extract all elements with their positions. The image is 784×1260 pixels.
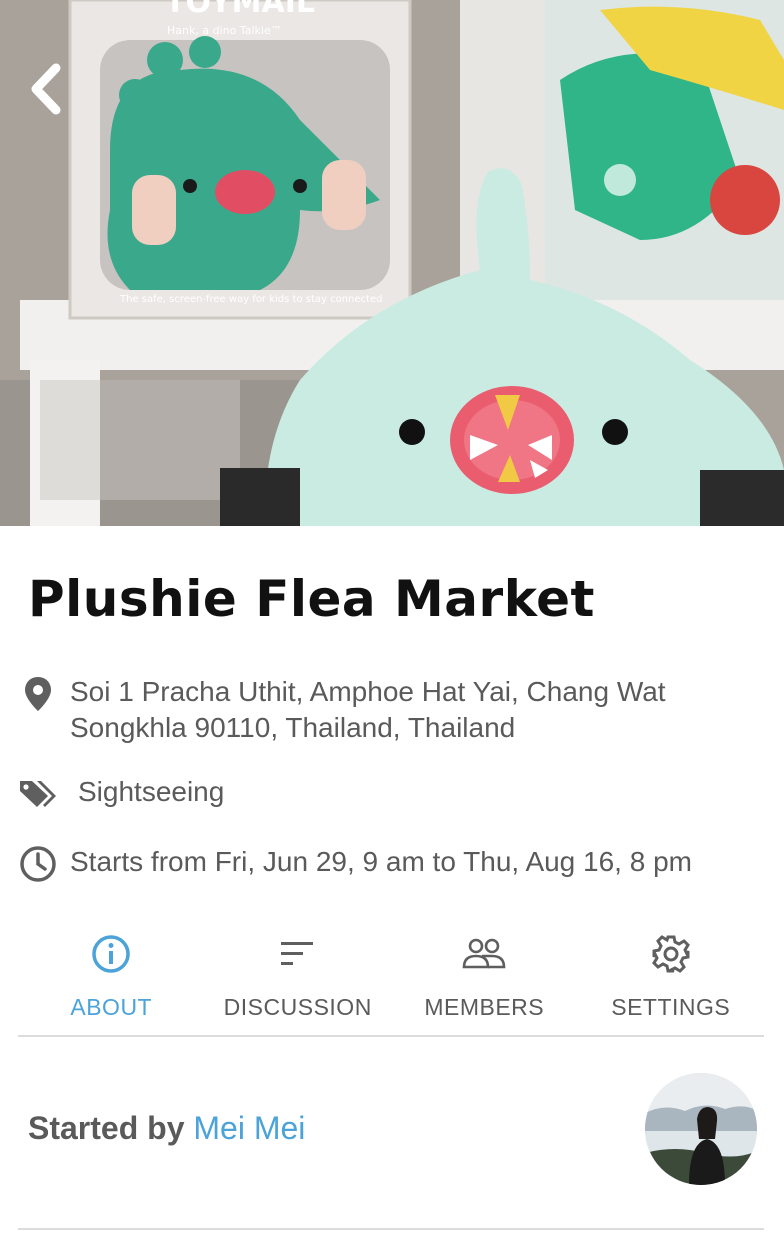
info-icon <box>91 932 131 976</box>
tab-members[interactable]: MEMBERS <box>391 920 578 1036</box>
schedule-row: Starts from Fri, Jun 29, 9 am to Thu, Au… <box>18 844 692 884</box>
sort-lines-icon <box>278 932 318 976</box>
tab-about[interactable]: ABOUT <box>18 920 205 1036</box>
event-title: Plushie Flea Market <box>28 570 595 628</box>
avatar-photo <box>645 1073 757 1185</box>
tab-discussion[interactable]: DISCUSSION <box>205 920 392 1036</box>
category-row: Sightseeing <box>18 774 224 814</box>
location-pin-icon <box>18 674 58 714</box>
schedule-text: Starts from Fri, Jun 29, 9 am to Thu, Au… <box>70 846 692 877</box>
location-text: Soi 1 Pracha Uthit, Amphoe Hat Yai, Chan… <box>70 676 666 743</box>
box-subtitle-text: Hank, a dino Talkie™ <box>167 24 282 37</box>
box-tagline-text: The safe, screen-free way for kids to st… <box>119 294 382 305</box>
back-button[interactable] <box>26 62 86 126</box>
tab-divider <box>18 1035 764 1037</box>
organizer-prefix: Started by <box>28 1110 185 1146</box>
organizer-avatar[interactable] <box>645 1073 757 1185</box>
organizer-line: Started by Mei Mei <box>28 1110 305 1147</box>
tab-discussion-label: DISCUSSION <box>223 994 372 1020</box>
category-text: Sightseeing <box>78 776 225 807</box>
organizer-name-link[interactable]: Mei Mei <box>193 1110 305 1146</box>
box-brand-text: TOYMAIL <box>165 0 315 20</box>
clock-icon <box>18 844 58 884</box>
tab-members-label: MEMBERS <box>424 994 545 1020</box>
location-row: Soi 1 Pracha Uthit, Amphoe Hat Yai, Chan… <box>18 674 750 746</box>
group-icon <box>461 932 507 976</box>
tab-about-label: ABOUT <box>70 994 153 1020</box>
tab-settings-label: SETTINGS <box>611 994 731 1020</box>
hero-photo-illustration: TOYMAIL Hank, a dino Talkie™ The safe, s… <box>0 0 784 526</box>
section-divider <box>18 1228 764 1230</box>
tags-icon <box>18 774 58 814</box>
gear-icon <box>651 932 691 976</box>
tab-bar: ABOUT DISCUSSION MEMBERS SETTINGS <box>18 920 764 1036</box>
tab-settings[interactable]: SETTINGS <box>578 920 765 1036</box>
hero-image: TOYMAIL Hank, a dino Talkie™ The safe, s… <box>0 0 784 526</box>
chevron-left-icon <box>31 63 61 115</box>
